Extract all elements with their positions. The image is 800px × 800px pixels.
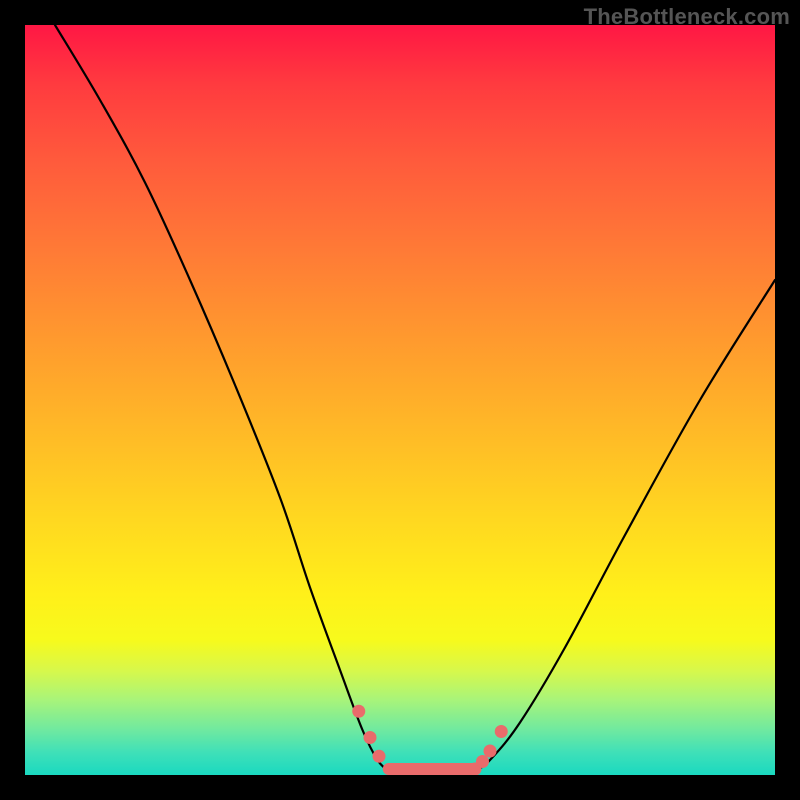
bead-left-1 (352, 705, 365, 718)
bead-left-3 (373, 750, 386, 763)
chart-frame: TheBottleneck.com (0, 0, 800, 800)
curve-right-branch (475, 280, 775, 771)
bead-right-4 (495, 725, 508, 738)
bead-right-3 (484, 745, 497, 758)
bead-left-2 (364, 731, 377, 744)
bead-right-2 (476, 755, 489, 768)
chart-svg (25, 25, 775, 775)
watermark-text: TheBottleneck.com (584, 4, 790, 30)
curve-left-branch (55, 25, 389, 771)
plot-area (25, 25, 775, 775)
